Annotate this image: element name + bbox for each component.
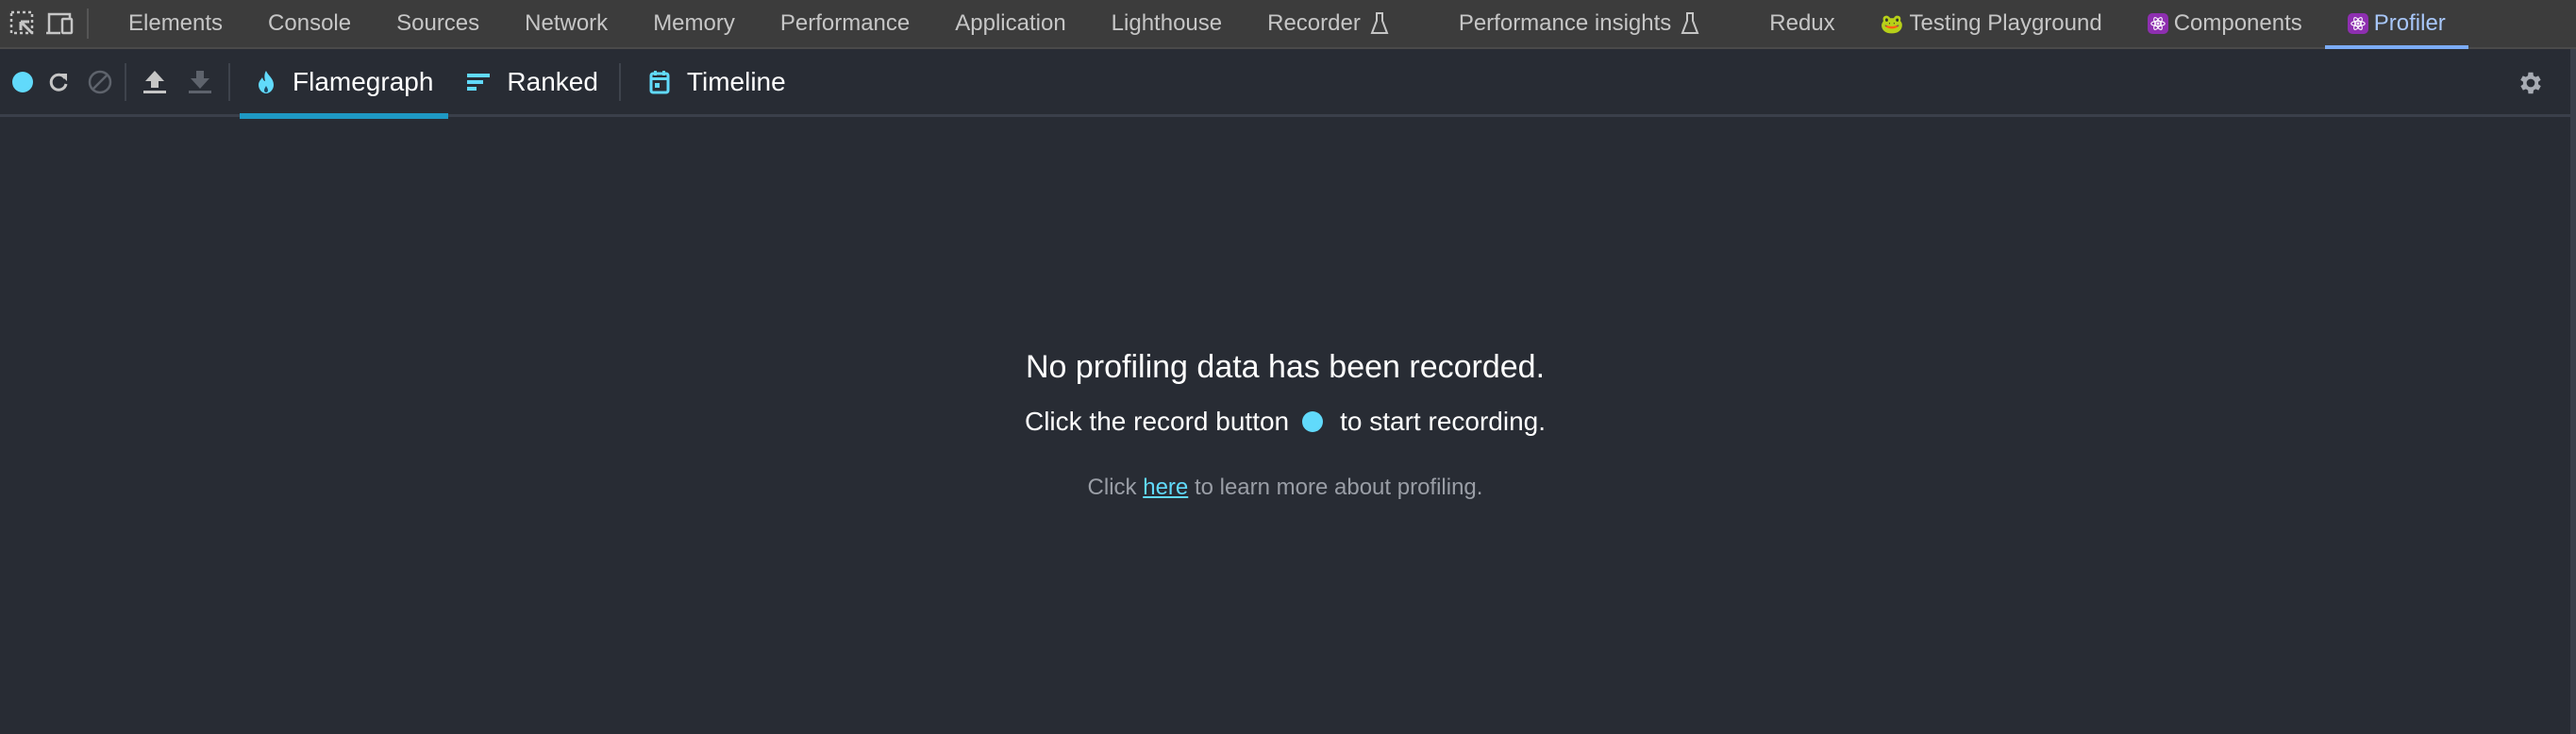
flame-icon — [257, 70, 276, 94]
toolbar-divider — [618, 62, 621, 101]
devtools-tab-components[interactable]: Components — [2125, 0, 2325, 47]
devtools-tab-console[interactable]: Console — [245, 0, 374, 47]
tab-label: Sources — [396, 10, 480, 36]
tab-label: Lighthouse — [1111, 10, 1223, 36]
tab-label: Timeline — [686, 66, 786, 96]
record-icon — [12, 71, 33, 92]
learn-more-link[interactable]: here — [1143, 475, 1188, 500]
inspect-element-button[interactable] — [4, 1, 42, 46]
tab-label: Flamegraph — [293, 66, 434, 96]
devtools-tab-lighthouse[interactable]: Lighthouse — [1089, 0, 1245, 47]
tab-label: Memory — [653, 10, 735, 36]
flask-icon — [1370, 12, 1389, 34]
tab-timeline[interactable]: Timeline — [627, 48, 801, 116]
devtools-tab-elements[interactable]: Elements — [106, 0, 245, 47]
devtools-tab-recorder[interactable]: Recorder — [1245, 0, 1412, 47]
toolbar-divider — [87, 8, 89, 39]
devtools-tab-testing-playground[interactable]: 🐸 Testing Playground — [1858, 0, 2125, 47]
toolbar-divider — [228, 62, 230, 101]
upload-icon — [143, 70, 166, 93]
devtools-tab-application[interactable]: Application — [932, 0, 1088, 47]
record-icon — [1302, 411, 1324, 432]
profiler-toolbar: Flamegraph Ranked Timeline — [0, 48, 2570, 119]
tab-ranked[interactable]: Ranked — [448, 48, 613, 116]
panel-resize-border — [2570, 49, 2576, 734]
ranked-icon — [467, 73, 491, 92]
tab-label: Profiler — [2373, 10, 2446, 36]
device-toolbar-button[interactable] — [42, 1, 79, 46]
devtools-tab-redux[interactable]: Redux — [1722, 0, 1857, 47]
instruction-text-before: Click the record button — [1024, 407, 1290, 436]
toolbar-divider — [125, 62, 126, 101]
load-profile-button[interactable] — [132, 59, 177, 105]
devtools-tab-sources[interactable]: Sources — [374, 0, 502, 47]
tab-label: Redux — [1769, 10, 1835, 36]
device-toggle-icon — [46, 12, 74, 35]
tab-label: Elements — [128, 10, 224, 36]
clear-icon — [88, 70, 112, 93]
tab-label: Performance insights — [1458, 10, 1672, 36]
gear-icon — [2520, 72, 2541, 94]
tab-label: Console — [268, 10, 352, 36]
devtools-tab-memory[interactable]: Memory — [630, 0, 758, 47]
tab-label: Ranked — [507, 66, 598, 96]
tab-label: Components — [2173, 10, 2302, 36]
tab-label: Application — [955, 10, 1066, 36]
tab-label: Network — [525, 10, 609, 36]
devtools-tab-profiler[interactable]: Profiler — [2324, 0, 2468, 49]
clear-profiling-data-button[interactable] — [81, 59, 119, 105]
react-icon — [2147, 13, 2168, 34]
learn-more-text: Click here to learn more about profiling… — [1088, 475, 1483, 501]
tab-label: Performance — [779, 10, 911, 36]
flask-icon — [1681, 12, 1699, 34]
devtools-tab-performance[interactable]: Performance — [758, 0, 932, 47]
instruction-text-after: to start recording. — [1340, 407, 1546, 436]
tab-label: Recorder — [1267, 10, 1361, 36]
inspect-element-icon — [9, 10, 34, 35]
frog-icon: 🐸 — [1880, 13, 1904, 35]
devtools-tab-bar: Elements Console Sources Network Memory … — [0, 0, 2576, 49]
empty-state-instructions: Click the record button to start recordi… — [1025, 407, 1546, 437]
record-button[interactable] — [9, 59, 36, 105]
profiler-settings-button[interactable] — [2508, 60, 2553, 106]
learn-more-suffix: to learn more about profiling. — [1194, 475, 1483, 500]
react-icon — [2347, 13, 2368, 34]
calendar-icon — [649, 70, 670, 94]
learn-more-prefix: Click — [1087, 475, 1137, 500]
download-icon — [189, 70, 211, 93]
devtools-tab-performance-insights[interactable]: Performance insights — [1412, 0, 1722, 47]
save-profile-button[interactable] — [177, 59, 223, 105]
reload-icon — [49, 73, 68, 92]
tab-label: Testing Playground — [1909, 10, 2102, 36]
tab-flamegraph[interactable]: Flamegraph — [240, 48, 449, 119]
empty-state-title: No profiling data has been recorded. — [1025, 349, 1546, 385]
reload-and-profile-button[interactable] — [36, 59, 81, 105]
profiler-empty-state: No profiling data has been recorded. Cli… — [0, 117, 2570, 734]
devtools-tab-network[interactable]: Network — [502, 0, 630, 47]
